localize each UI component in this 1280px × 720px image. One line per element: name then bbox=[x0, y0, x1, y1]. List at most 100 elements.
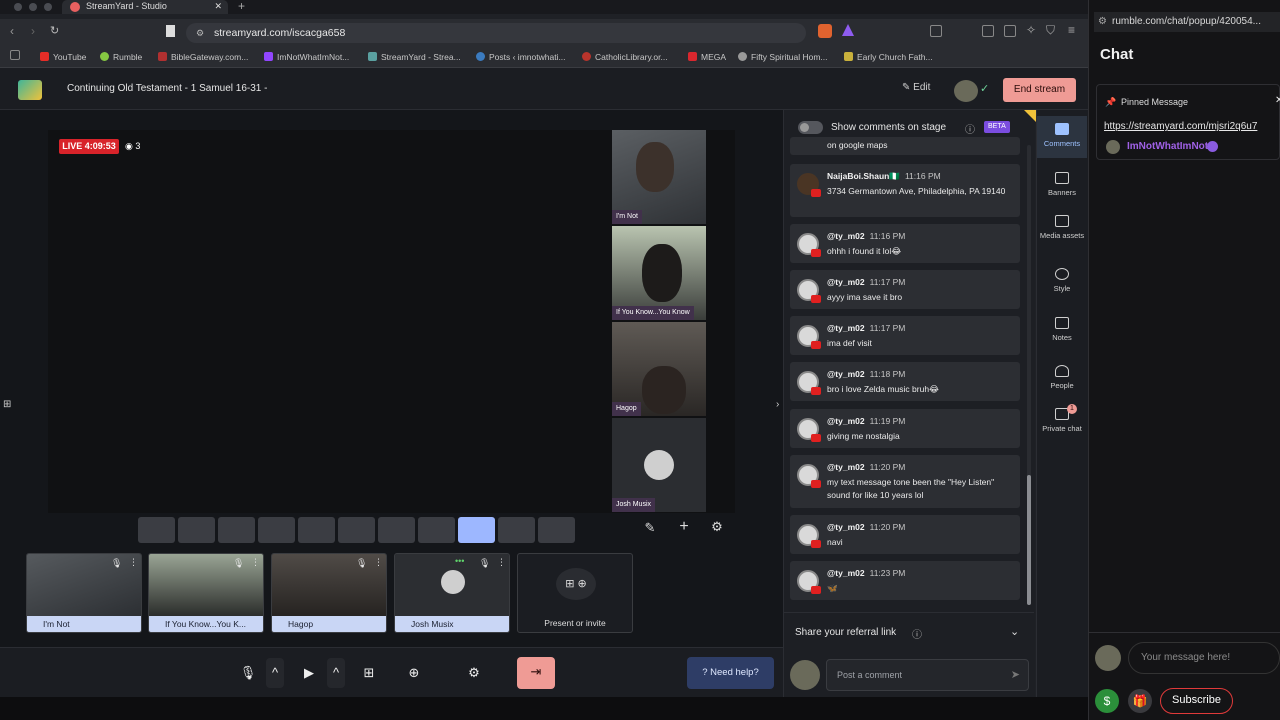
layout-sidebar-button[interactable] bbox=[458, 517, 495, 543]
need-help-button[interactable]: ? Need help? bbox=[687, 657, 774, 689]
nav-private-chat[interactable]: Private chat 1 bbox=[1037, 404, 1087, 433]
bookmark-early-church[interactable]: Early Church Fath... bbox=[844, 50, 933, 64]
wallet-icon[interactable] bbox=[1004, 25, 1016, 37]
leo-icon[interactable]: ✧ bbox=[1026, 23, 1036, 37]
more-options-icon[interactable]: ⋮ bbox=[497, 557, 506, 568]
post-comment-input[interactable]: Post a comment ➤ bbox=[826, 659, 1029, 691]
bookmark-rumble[interactable]: Rumble bbox=[100, 50, 142, 64]
mic-icon[interactable]: 🎙 bbox=[111, 558, 122, 569]
backstage-tile[interactable]: 🎙 ⋮ If You Know...You K... bbox=[148, 553, 264, 633]
info-icon[interactable]: ⓘ bbox=[965, 121, 975, 136]
site-settings-icon[interactable]: ⚙ bbox=[196, 23, 204, 43]
comment-card[interactable]: @ty_m02 11:19 PM giving me nostalgia bbox=[790, 409, 1020, 448]
referral-section[interactable]: Share your referral link ⓘ ⌄ bbox=[784, 612, 1034, 652]
microphone-button[interactable]: 🎙 bbox=[230, 658, 266, 688]
stage-participant-tile[interactable]: Josh Musix bbox=[612, 418, 706, 512]
layout-leader-button[interactable] bbox=[258, 517, 295, 543]
bookmark-icon[interactable] bbox=[166, 25, 175, 37]
chevron-down-icon[interactable]: ⌄ bbox=[1010, 625, 1019, 638]
bookmark-imnotwhatimnot[interactable]: ImNotWhatImNot... bbox=[264, 50, 349, 64]
maximize-window-icon[interactable] bbox=[44, 3, 52, 11]
minimize-window-icon[interactable] bbox=[29, 3, 37, 11]
reload-icon[interactable]: ↻ bbox=[50, 24, 59, 37]
browser-tab-streamyard[interactable]: StreamYard - Studio ✕ bbox=[62, 0, 228, 14]
add-icon[interactable]: + bbox=[672, 518, 696, 540]
bookmark-youtube[interactable]: YouTube bbox=[40, 50, 86, 64]
layout-side-button[interactable] bbox=[298, 517, 335, 543]
comment-card[interactable]: @ty_m02 11:18 PM bro i love Zelda music b… bbox=[790, 362, 1020, 401]
mic-options-chevron-icon[interactable]: ^ bbox=[266, 658, 284, 688]
present-or-invite-tile[interactable]: ⊞ ⊕ Present or invite bbox=[517, 553, 633, 633]
sidebar-icon[interactable] bbox=[982, 25, 994, 37]
new-tab-icon[interactable]: + bbox=[238, 0, 245, 13]
extensions-icon[interactable] bbox=[930, 25, 942, 37]
layout-thin-button[interactable] bbox=[338, 517, 375, 543]
comment-card[interactable]: @ty_m02 11:20 PM my text message tone bee… bbox=[790, 455, 1020, 508]
brush-icon[interactable]: ✎ bbox=[638, 520, 662, 542]
forward-icon[interactable]: › bbox=[31, 24, 35, 38]
brave-shield-icon[interactable] bbox=[818, 24, 832, 38]
nav-media-assets[interactable]: Media assets bbox=[1037, 213, 1087, 240]
brave-rewards-icon[interactable] bbox=[842, 24, 854, 36]
comment-card[interactable]: @ty_m02 11:17 PM ayyy ima save it bro bbox=[790, 270, 1020, 309]
more-options-icon[interactable]: ⋮ bbox=[129, 557, 138, 568]
comment-card[interactable]: @ty_m02 11:17 PM ima def visit bbox=[790, 316, 1020, 355]
subscribe-button[interactable]: Subscribe bbox=[1160, 688, 1233, 714]
gear-icon[interactable]: ⚙ bbox=[705, 519, 729, 541]
camera-options-chevron-icon[interactable]: ^ bbox=[327, 658, 345, 688]
end-stream-button[interactable]: End stream bbox=[1003, 78, 1076, 102]
pinned-user[interactable]: ImNotWhatImNot bbox=[1127, 141, 1208, 152]
show-comments-toggle[interactable] bbox=[798, 121, 823, 134]
backstage-tile[interactable]: 🎙 ⋮ I'm Not bbox=[26, 553, 142, 633]
leave-studio-button[interactable]: ⇥ bbox=[517, 657, 555, 689]
comment-card[interactable]: @ty_m02 11:20 PM navi bbox=[790, 515, 1020, 554]
stage-participant-tile[interactable]: If You Know...You Know bbox=[612, 226, 706, 320]
nav-notes[interactable]: Notes bbox=[1037, 315, 1087, 342]
layout-screen-button[interactable] bbox=[378, 517, 415, 543]
nav-banners[interactable]: Banners bbox=[1037, 170, 1087, 197]
mic-icon[interactable]: 🎙 bbox=[356, 558, 367, 569]
comment-card[interactable]: @ty_m02 11:16 PM ohhh i found it lol😂 bbox=[790, 224, 1020, 263]
left-panel-toggle-icon[interactable]: ⊞ bbox=[3, 399, 11, 410]
rant-dollar-icon[interactable]: $ bbox=[1095, 689, 1119, 713]
bookmark-mega[interactable]: MEGA bbox=[688, 50, 726, 64]
bookmark-streamyard[interactable]: StreamYard - Strea... bbox=[368, 50, 461, 64]
rumble-url-bar[interactable]: ⚙ rumble.com/chat/popup/420054... bbox=[1094, 12, 1280, 32]
edit-button[interactable]: ✎ Edit bbox=[902, 82, 930, 93]
bookmark-posts[interactable]: Posts ‹ imnotwhati... bbox=[476, 50, 566, 64]
layout-group-button[interactable] bbox=[178, 517, 215, 543]
close-pinned-icon[interactable]: ✕ bbox=[1275, 95, 1280, 106]
pinned-link[interactable]: https://streamyard.com/mjsri2q6u7 bbox=[1104, 121, 1280, 132]
comment-card[interactable]: @ty_m02 11:23 PM 🦋 bbox=[790, 561, 1020, 600]
comments-scroll-thumb[interactable] bbox=[1027, 475, 1031, 605]
nav-comments[interactable]: Comments bbox=[1037, 116, 1087, 158]
backstage-tile[interactable]: ••• 🎙 ⋮ Josh Musix bbox=[394, 553, 510, 633]
close-tab-icon[interactable]: ✕ bbox=[214, 0, 222, 13]
mic-icon[interactable]: 🎙 bbox=[479, 558, 490, 569]
vpn-icon[interactable]: ⛉ bbox=[1046, 23, 1055, 38]
stage-participant-tile[interactable]: Hagop bbox=[612, 322, 706, 416]
share-screen-button[interactable]: ⊞ bbox=[351, 658, 387, 688]
back-icon[interactable]: ‹ bbox=[10, 24, 14, 38]
expand-comments-icon[interactable]: › bbox=[776, 399, 779, 410]
bookmark-biblegateway[interactable]: BibleGateway.com... bbox=[158, 50, 248, 64]
comment-card[interactable]: on google maps bbox=[790, 137, 1020, 155]
apps-grid-icon[interactable] bbox=[10, 50, 20, 60]
url-field[interactable]: ⚙ streamyard.com/iscacga658 bbox=[186, 23, 806, 43]
layout-solo-button[interactable] bbox=[138, 517, 175, 543]
bookmark-catholiclibrary[interactable]: CatholicLibrary.or... bbox=[582, 50, 668, 64]
layout-group-sm-button[interactable] bbox=[218, 517, 255, 543]
bookmark-fifty-spiritual[interactable]: Fifty Spiritual Hom... bbox=[738, 50, 828, 64]
layout-screen-full-button[interactable] bbox=[418, 517, 455, 543]
broadcast-title[interactable]: Continuing Old Testament - 1 Samuel 16-3… bbox=[67, 83, 267, 94]
gift-icon[interactable]: 🎁 bbox=[1128, 689, 1152, 713]
comment-card[interactable]: NaijaBoi.Shaun🇳🇬 11:16 PM 3734 Germantown… bbox=[790, 164, 1020, 217]
site-settings-icon[interactable]: ⚙ bbox=[1098, 12, 1107, 32]
more-options-icon[interactable]: ⋮ bbox=[374, 557, 383, 568]
destination-avatar[interactable] bbox=[954, 80, 978, 102]
menu-icon[interactable]: ≡ bbox=[1068, 23, 1075, 37]
settings-button[interactable]: ⚙ bbox=[456, 658, 492, 688]
close-window-icon[interactable] bbox=[14, 3, 22, 11]
nav-people[interactable]: People bbox=[1037, 363, 1087, 390]
backstage-tile[interactable]: 🎙 ⋮ Hagop bbox=[271, 553, 387, 633]
